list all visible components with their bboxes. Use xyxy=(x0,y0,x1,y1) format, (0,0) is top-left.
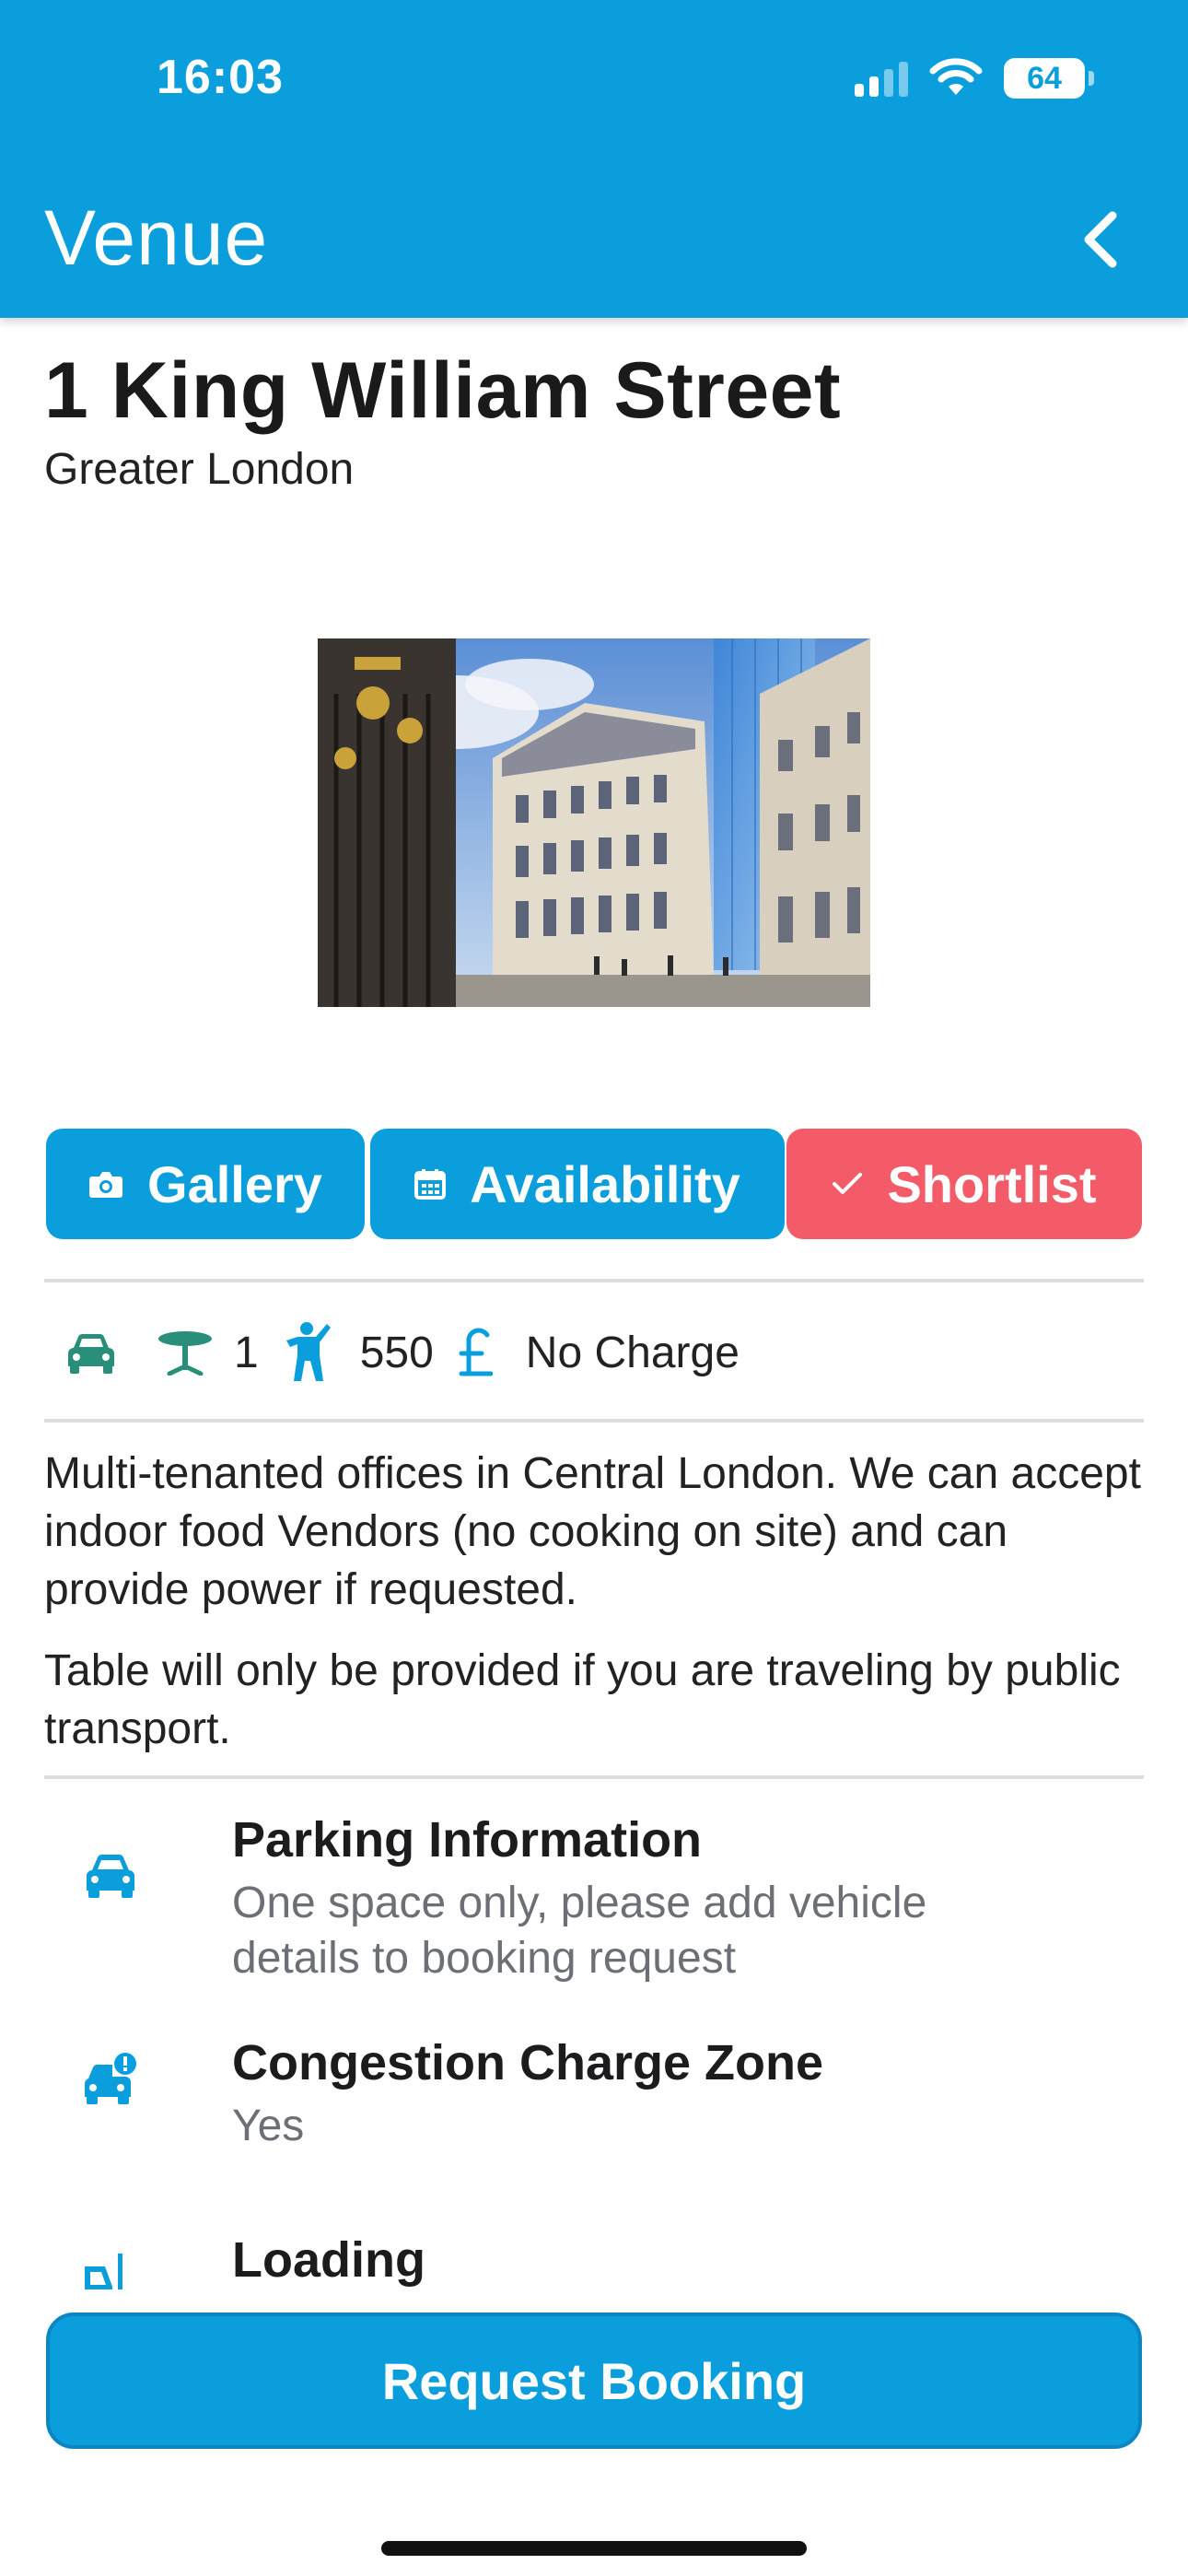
chevron-left-icon[interactable] xyxy=(1077,210,1124,269)
venue-stats: 1 550 No Charge xyxy=(64,1316,740,1389)
camera-icon xyxy=(89,1172,123,1198)
info-parking: Parking Information One space only, plea… xyxy=(0,1811,1188,1996)
battery-icon: 64 xyxy=(1004,58,1094,99)
divider xyxy=(44,1775,1144,1779)
status-time: 16:03 xyxy=(157,51,284,104)
venue-screen: 16:03 64 Venue 1 King William Street Gre… xyxy=(0,0,1188,2576)
gallery-button-label: Gallery xyxy=(147,1154,322,1213)
table-count: 1 xyxy=(234,1328,259,1377)
table-icon xyxy=(158,1331,212,1376)
gallery-button[interactable]: Gallery xyxy=(46,1129,365,1239)
battery-level: 64 xyxy=(1027,60,1062,96)
request-booking-button[interactable]: Request Booking xyxy=(46,2313,1142,2449)
home-indicator xyxy=(381,2541,807,2556)
check-icon xyxy=(833,1173,863,1194)
calendar-icon xyxy=(414,1169,447,1200)
person-icon xyxy=(285,1322,331,1381)
divider xyxy=(44,1419,1144,1423)
pound-icon xyxy=(459,1328,493,1376)
wifi-icon xyxy=(929,58,983,95)
availability-button-label: Availability xyxy=(470,1154,740,1213)
availability-button[interactable]: Availability xyxy=(370,1129,785,1239)
info-title: Loading xyxy=(232,2232,425,2288)
venue-photo[interactable] xyxy=(318,638,870,1007)
car-icon xyxy=(68,1333,114,1374)
car-alert-icon xyxy=(84,2053,136,2104)
status-icons: 64 xyxy=(855,55,1094,101)
shortlist-button[interactable]: Shortlist xyxy=(786,1129,1142,1239)
info-subtitle: One space only, please add vehicle detai… xyxy=(232,1879,927,1983)
cellular-signal-icon xyxy=(855,60,908,97)
info-subtitle: Yes xyxy=(232,2102,305,2150)
info-title: Congestion Charge Zone xyxy=(232,2035,824,2090)
venue-name: 1 King William Street xyxy=(44,346,842,435)
app-header: 16:03 64 Venue xyxy=(0,0,1188,318)
page-title: Venue xyxy=(44,194,269,281)
charge-text: No Charge xyxy=(525,1328,740,1377)
info-title: Parking Information xyxy=(232,1812,703,1868)
footfall-count: 550 xyxy=(359,1328,434,1377)
shortlist-button-label: Shortlist xyxy=(887,1154,1097,1213)
venue-note: Table will only be provided if you are t… xyxy=(44,1646,1121,1753)
venue-region: Greater London xyxy=(44,445,355,494)
info-congestion: Congestion Charge Zone Yes xyxy=(0,2034,1188,2163)
venue-description: Multi-tenanted offices in Central London… xyxy=(44,1449,1141,1614)
divider xyxy=(44,1279,1144,1282)
car-icon xyxy=(87,1854,134,1898)
